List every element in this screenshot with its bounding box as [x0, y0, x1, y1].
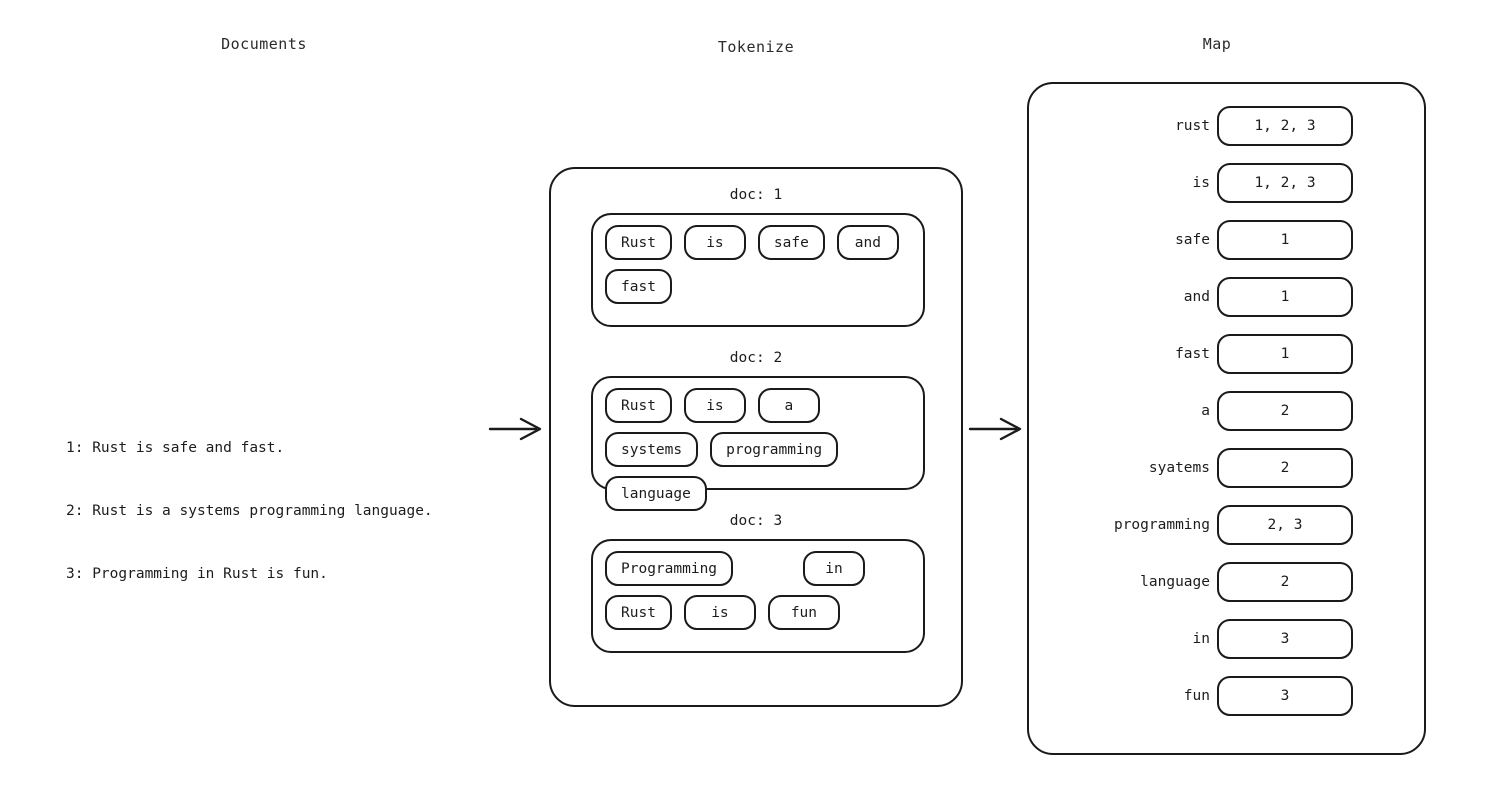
map-row: syatems 2: [1029, 448, 1424, 488]
token-container-doc-2: Rust is a systems programming language: [591, 376, 925, 511]
doc-label: doc: 3: [729, 513, 783, 529]
map-row: fun 3: [1029, 676, 1424, 716]
map-value: 2: [1217, 391, 1353, 431]
map-key: is: [1192, 175, 1210, 191]
token: is: [683, 225, 746, 260]
token: programming: [710, 432, 839, 467]
column-title-documents: Documents: [221, 35, 307, 53]
map-value: 3: [1217, 676, 1353, 716]
map-key: fun: [1183, 688, 1210, 704]
arrow-right-icon-tokenize-to-map: [968, 417, 1022, 441]
map-key: syatems: [1148, 460, 1210, 476]
map-row: in 3: [1029, 619, 1424, 659]
map-key: and: [1183, 289, 1210, 305]
token: Rust: [605, 388, 672, 423]
map-value: 2: [1217, 562, 1353, 602]
map-key: a: [1201, 403, 1210, 419]
token: and: [836, 225, 899, 260]
token: a: [757, 388, 820, 423]
column-title-tokenize: Tokenize: [717, 38, 795, 56]
token: in: [803, 551, 866, 586]
map-entry-list: rust 1, 2, 3 is 1, 2, 3 safe 1 and 1 fast 1 a 2 syat…: [1029, 84, 1424, 753]
map-row: rust 1, 2, 3: [1029, 106, 1424, 146]
token: is: [683, 595, 756, 630]
documents-list: 1: Rust is safe and fast. 2: Rust is a s…: [66, 396, 433, 627]
token: is: [683, 388, 746, 423]
map-panel: rust 1, 2, 3 is 1, 2, 3 safe 1 and 1 fast 1 a 2 syat…: [1027, 82, 1426, 755]
document-line: 2: Rust is a systems programming languag…: [66, 503, 433, 519]
map-row: is 1, 2, 3: [1029, 163, 1424, 203]
map-key: language: [1140, 574, 1210, 590]
token-container-doc-3: Programming in Rust is fun: [591, 539, 925, 653]
map-row: safe 1: [1029, 220, 1424, 260]
token: Rust: [605, 225, 672, 260]
map-key: safe: [1175, 232, 1210, 248]
map-value: 1: [1217, 277, 1353, 317]
map-value: 1: [1217, 220, 1353, 260]
token: Programming: [605, 551, 734, 586]
document-line: 1: Rust is safe and fast.: [66, 440, 285, 456]
map-key: in: [1192, 631, 1210, 647]
tokenize-panel: doc: 1 Rust is safe and fast doc: 2 Rust…: [549, 167, 963, 707]
map-key: fast: [1175, 346, 1210, 362]
doc-label: doc: 2: [729, 350, 783, 366]
token: fun: [767, 595, 840, 630]
map-row: programming 2, 3: [1029, 505, 1424, 545]
token: fast: [605, 269, 672, 304]
token: safe: [757, 225, 825, 260]
arrow-right-icon-documents-to-tokenize: [488, 417, 542, 441]
token: language: [605, 476, 707, 511]
token-container-doc-1: Rust is safe and fast: [591, 213, 925, 327]
map-row: and 1: [1029, 277, 1424, 317]
map-value: 2, 3: [1217, 505, 1353, 545]
column-title-map: Map: [1202, 35, 1232, 53]
map-value: 3: [1217, 619, 1353, 659]
map-row: language 2: [1029, 562, 1424, 602]
map-value: 1, 2, 3: [1217, 106, 1353, 146]
map-value: 1: [1217, 334, 1353, 374]
token: systems: [605, 432, 699, 467]
map-key: programming: [1113, 517, 1210, 533]
map-row: fast 1: [1029, 334, 1424, 374]
map-key: rust: [1175, 118, 1210, 134]
diagram-canvas: Documents Tokenize Map 1: Rust is safe a…: [0, 0, 1507, 807]
token: Rust: [605, 595, 672, 630]
map-row: a2: [1029, 391, 1424, 431]
map-value: 1, 2, 3: [1217, 163, 1353, 203]
doc-label: doc: 1: [729, 187, 783, 203]
document-line: 3: Programming in Rust is fun.: [66, 566, 328, 582]
map-value: 2: [1217, 448, 1353, 488]
